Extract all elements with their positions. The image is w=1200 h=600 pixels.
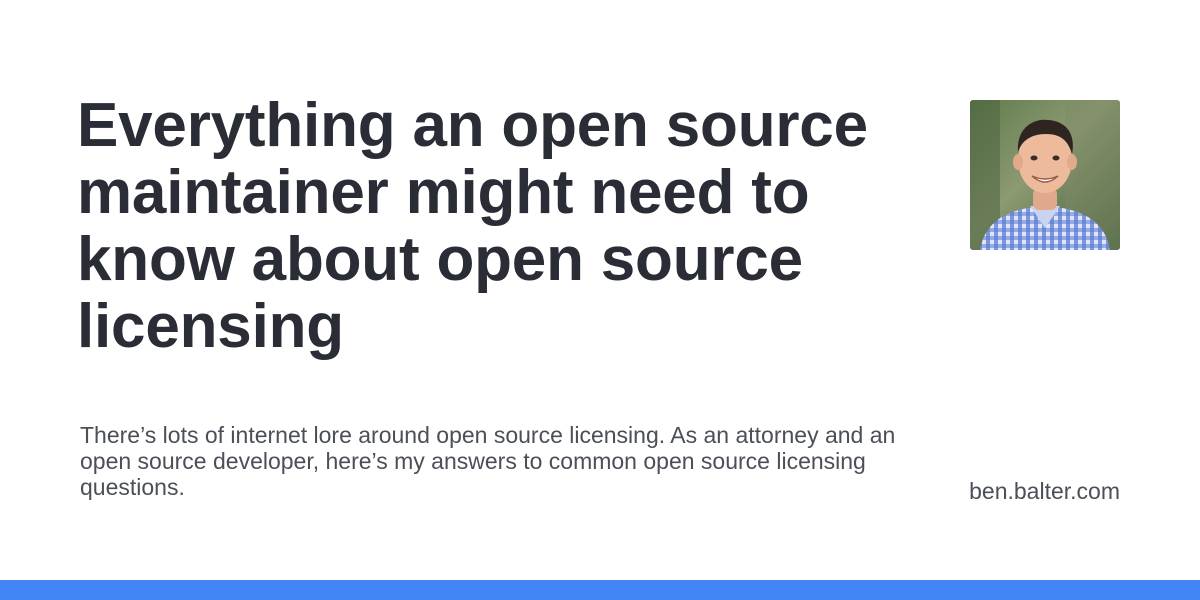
author-avatar — [970, 100, 1120, 250]
page-title: Everything an open source maintainer mig… — [77, 91, 868, 361]
page-description: There’s lots of internet lore around ope… — [80, 422, 896, 500]
site-url: ben.balter.com — [969, 478, 1120, 504]
social-card: Everything an open source maintainer mig… — [0, 0, 1200, 600]
accent-bar — [0, 580, 1200, 600]
